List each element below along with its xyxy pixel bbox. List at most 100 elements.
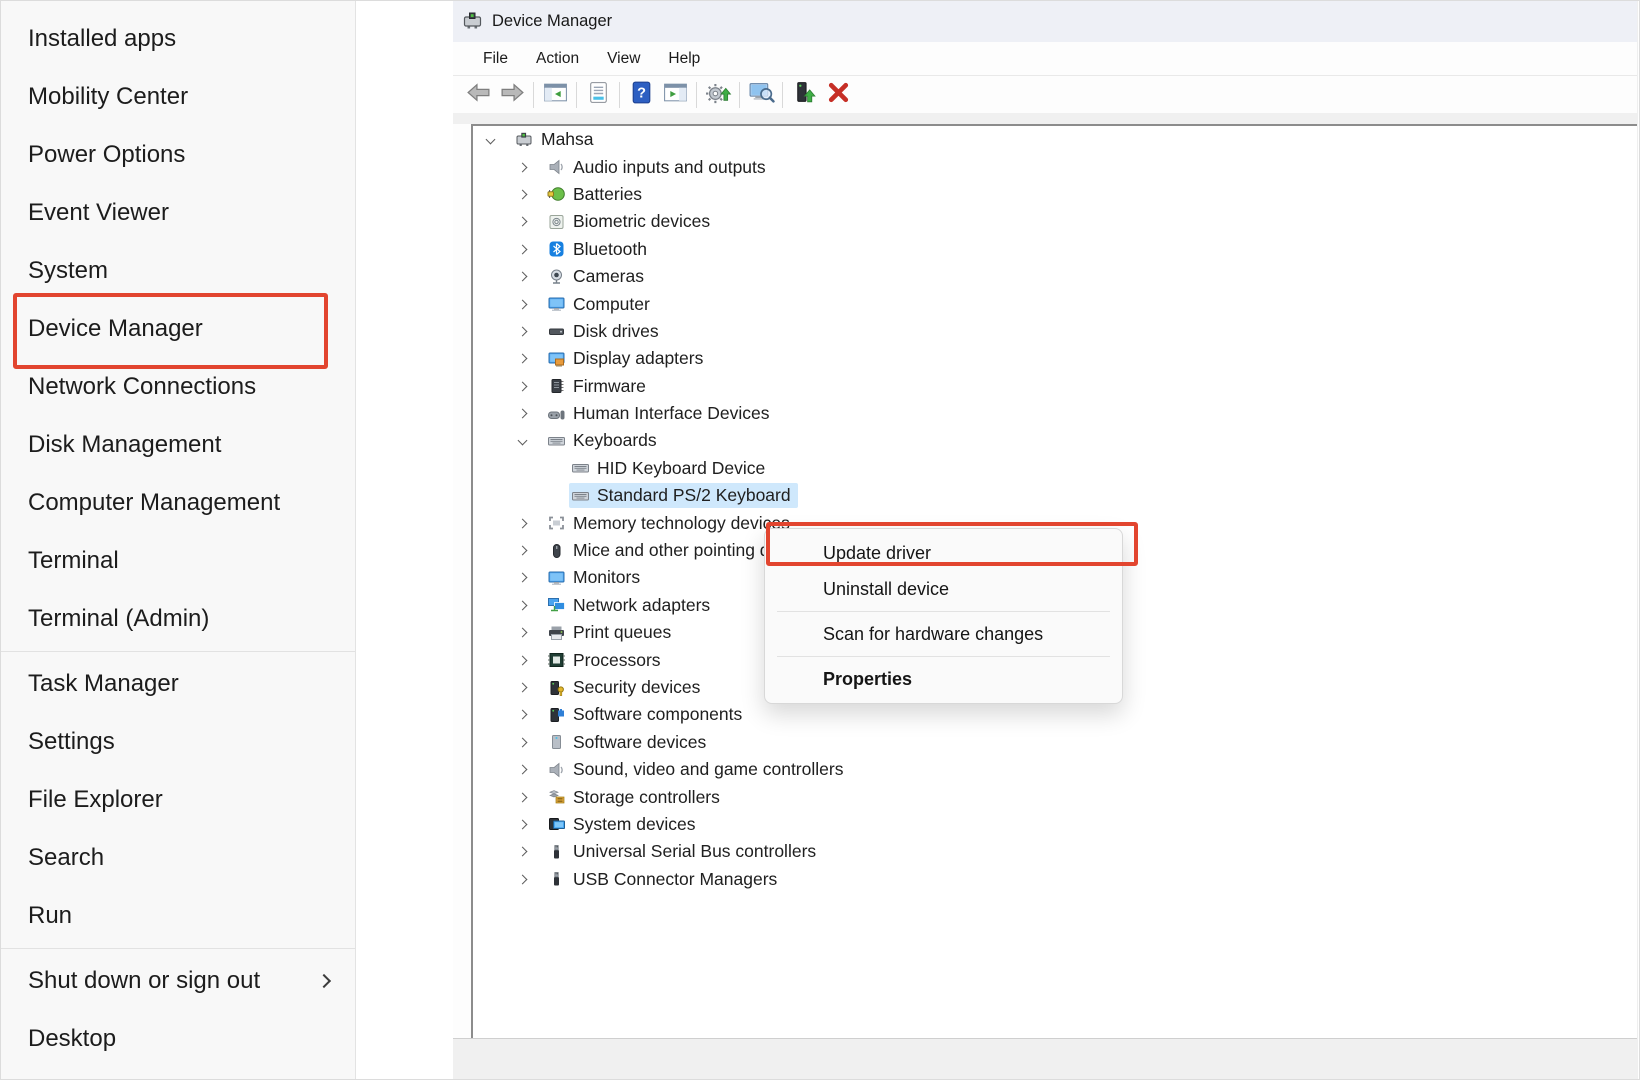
tree-item-label: Software devices — [573, 732, 706, 753]
winx-item-power-options[interactable]: Power Options — [1, 126, 355, 184]
tree-item-software-components[interactable]: Software components — [473, 701, 1637, 728]
tree-item-system-devices[interactable]: System devices — [473, 811, 1637, 838]
chevron-right-icon[interactable] — [515, 273, 545, 280]
chevron-right-icon[interactable] — [515, 821, 545, 828]
tree-item-content: Network adapters — [545, 593, 717, 618]
tree-item-software-devices[interactable]: Software devices — [473, 729, 1637, 756]
usb-icon — [547, 844, 566, 860]
winx-item-device-manager[interactable]: Device Manager — [1, 300, 355, 358]
context-menu-item-update-driver[interactable]: Update driver — [765, 535, 1122, 571]
tree-item-batteries[interactable]: Batteries — [473, 181, 1637, 208]
winx-item-terminal-admin[interactable]: Terminal (Admin) — [1, 590, 355, 648]
chevron-right-icon[interactable] — [515, 766, 545, 773]
tree-item-firmware[interactable]: Firmware — [473, 373, 1637, 400]
winx-item-system[interactable]: System — [1, 242, 355, 300]
chevron-right-icon[interactable] — [515, 657, 545, 664]
tree-item-sound-video-and-game-controllers[interactable]: Sound, video and game controllers — [473, 756, 1637, 783]
menubar-item-view[interactable]: View — [593, 50, 654, 68]
winx-item-installed-apps[interactable]: Installed apps — [1, 10, 355, 68]
tree-item-content: HID Keyboard Device — [569, 456, 772, 481]
context-menu-item-scan-for-hardware-changes[interactable]: Scan for hardware changes — [765, 616, 1122, 652]
tree-item-disk-drives[interactable]: Disk drives — [473, 318, 1637, 345]
chevron-right-icon[interactable] — [515, 218, 545, 225]
chevron-right-icon[interactable] — [515, 301, 545, 308]
chevron-right-icon[interactable] — [515, 574, 545, 581]
chevron-right-icon[interactable] — [515, 684, 545, 691]
chevron-down-icon[interactable] — [515, 437, 545, 444]
chevron-right-icon[interactable] — [515, 739, 545, 746]
toolbar-scan-hardware-changes-button[interactable] — [744, 80, 778, 110]
chevron-right-icon[interactable] — [515, 246, 545, 253]
tree-item-content: Software devices — [545, 730, 713, 755]
tree-item-audio-inputs-and-outputs[interactable]: Audio inputs and outputs — [473, 153, 1637, 180]
toolbar-uninstall-device-button[interactable] — [821, 80, 855, 110]
tree-item-biometric-devices[interactable]: Biometric devices — [473, 208, 1637, 235]
tree-item-content: Processors — [545, 648, 668, 673]
chevron-right-icon[interactable] — [515, 711, 545, 718]
chevron-right-icon[interactable] — [515, 164, 545, 171]
winx-item-mobility-center[interactable]: Mobility Center — [1, 68, 355, 126]
toolbar-update-driver-button[interactable] — [701, 80, 735, 110]
chevron-right-icon[interactable] — [515, 383, 545, 390]
context-menu-item-properties[interactable]: Properties — [765, 661, 1122, 697]
toolbar-back-button[interactable] — [461, 80, 495, 110]
winx-item-run[interactable]: Run — [1, 887, 355, 945]
winx-item-file-explorer[interactable]: File Explorer — [1, 771, 355, 829]
chevron-right-icon[interactable] — [515, 355, 545, 362]
chevron-right-icon[interactable] — [515, 876, 545, 883]
chevron-right-icon[interactable] — [515, 794, 545, 801]
tree-item-label: Software components — [573, 704, 742, 725]
tree-item-human-interface-devices[interactable]: Human Interface Devices — [473, 400, 1637, 427]
menubar-item-file[interactable]: File — [469, 50, 522, 68]
network-icon — [547, 597, 566, 613]
context-menu-item-uninstall-device[interactable]: Uninstall device — [765, 571, 1122, 607]
tree-item-universal-serial-bus-controllers[interactable]: Universal Serial Bus controllers — [473, 838, 1637, 865]
chevron-right-icon[interactable] — [515, 602, 545, 609]
tree-item-computer[interactable]: Computer — [473, 290, 1637, 317]
toolbar-properties-button[interactable] — [581, 80, 615, 110]
winx-item-label: Power Options — [28, 141, 185, 169]
winx-item-settings[interactable]: Settings — [1, 713, 355, 771]
winx-item-disk-management[interactable]: Disk Management — [1, 416, 355, 474]
toolbar-action-pane-button[interactable] — [658, 80, 692, 110]
chevron-right-icon[interactable] — [515, 328, 545, 335]
winx-item-terminal[interactable]: Terminal — [1, 532, 355, 590]
tree-item-bluetooth[interactable]: Bluetooth — [473, 236, 1637, 263]
show-hide-console-tree-icon — [542, 80, 569, 110]
chevron-right-icon[interactable] — [515, 191, 545, 198]
winx-item-label: Installed apps — [28, 25, 176, 53]
winx-item-shut-down-or-sign-out[interactable]: Shut down or sign out — [1, 952, 355, 1010]
tree-item-usb-connector-managers[interactable]: USB Connector Managers — [473, 866, 1637, 893]
menu-bar: FileActionViewHelp — [453, 42, 1637, 76]
chevron-right-icon[interactable] — [515, 848, 545, 855]
winx-item-desktop[interactable]: Desktop — [1, 1010, 355, 1068]
chevron-right-icon[interactable] — [515, 629, 545, 636]
winx-item-search[interactable]: Search — [1, 829, 355, 887]
winx-item-event-viewer[interactable]: Event Viewer — [1, 184, 355, 242]
chevron-down-icon[interactable] — [483, 136, 513, 143]
toolbar-forward-button[interactable] — [495, 80, 529, 110]
forward-icon — [499, 80, 526, 110]
toolbar-show-hide-console-tree-button[interactable] — [538, 80, 572, 110]
tree-item-keyboards[interactable]: Keyboards — [473, 427, 1637, 454]
tree-item-hid-keyboard-device[interactable]: HID Keyboard Device — [473, 455, 1637, 482]
tree-item-standard-ps-2-keyboard[interactable]: Standard PS/2 Keyboard — [473, 482, 1637, 509]
winx-item-label: Desktop — [28, 1025, 116, 1053]
menubar-item-action[interactable]: Action — [522, 50, 593, 68]
tree-item-cameras[interactable]: Cameras — [473, 263, 1637, 290]
tree-item-storage-controllers[interactable]: Storage controllers — [473, 783, 1637, 810]
chevron-right-icon[interactable] — [515, 547, 545, 554]
chevron-right-icon[interactable] — [515, 410, 545, 417]
winx-item-task-manager[interactable]: Task Manager — [1, 655, 355, 713]
toolbar-help-button[interactable]: ? — [624, 80, 658, 110]
tree-item-display-adapters[interactable]: Display adapters — [473, 345, 1637, 372]
computer-icon — [547, 296, 566, 312]
chevron-right-icon[interactable] — [515, 520, 545, 527]
tree-item-mahsa[interactable]: Mahsa — [473, 126, 1637, 153]
winx-item-computer-management[interactable]: Computer Management — [1, 474, 355, 532]
toolbar-update-device-button[interactable] — [787, 80, 821, 110]
status-bar — [453, 1038, 1637, 1080]
toolbar-divider — [533, 82, 534, 108]
menubar-item-help[interactable]: Help — [654, 50, 714, 68]
winx-item-network-connections[interactable]: Network Connections — [1, 358, 355, 416]
